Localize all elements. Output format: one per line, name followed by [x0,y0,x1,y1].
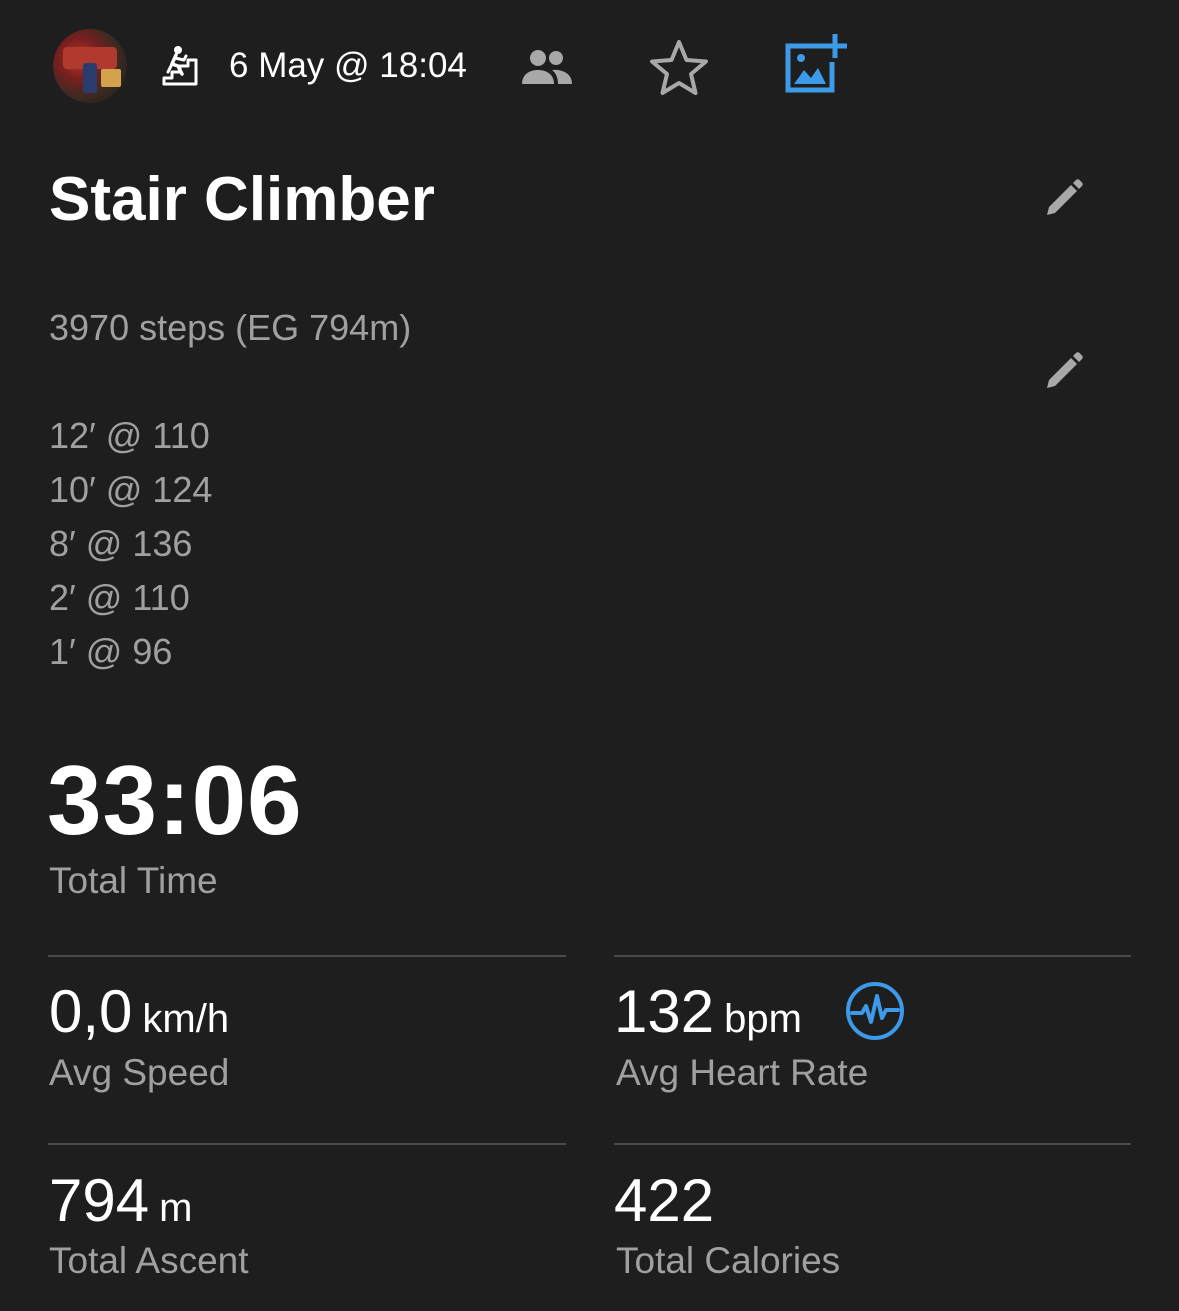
description-line: 10′ @ 124 [49,469,213,510]
divider [48,1143,566,1145]
activity-header: 6 May @ 18:04 [0,0,1179,136]
add-photo-icon[interactable] [780,32,848,96]
avg-heart-rate-label: Avg Heart Rate [616,1052,869,1093]
total-ascent-label: Total Ascent [49,1240,249,1281]
avg-speed-value: 0,0 km/h [49,978,230,1045]
activity-title: Stair Climber [49,165,435,234]
total-calories-label: Total Calories [616,1240,841,1281]
avg-heart-rate-value: 132 bpm [614,978,802,1045]
divider [614,1143,1131,1145]
stair-climber-icon [162,46,198,86]
description-line: 12′ @ 110 [49,415,210,456]
total-time-value: 33:06 [47,745,303,855]
heart-rate-icon[interactable] [844,980,906,1042]
total-time-label: Total Time [49,860,218,901]
avg-speed-unit: km/h [142,997,230,1041]
description-line: 1′ @ 96 [49,631,173,672]
edit-description-pencil-icon[interactable] [1043,350,1085,392]
activity-date: 6 May @ 18:04 [229,46,467,85]
description-line: 8′ @ 136 [49,523,193,564]
avg-speed-label: Avg Speed [49,1052,230,1093]
description-line: 2′ @ 110 [49,577,190,618]
avatar[interactable] [53,29,127,103]
avg-heart-rate-unit: bpm [724,997,802,1041]
description-line-steps: 3970 steps (EG 794m) [49,307,412,348]
star-icon[interactable] [648,38,710,98]
people-icon[interactable] [520,48,574,88]
total-ascent-value: 794 m [49,1167,193,1234]
total-calories-value: 422 [614,1167,715,1234]
edit-title-pencil-icon[interactable] [1043,177,1085,219]
divider [614,955,1131,957]
total-ascent-unit: m [159,1186,193,1230]
divider [48,955,566,957]
